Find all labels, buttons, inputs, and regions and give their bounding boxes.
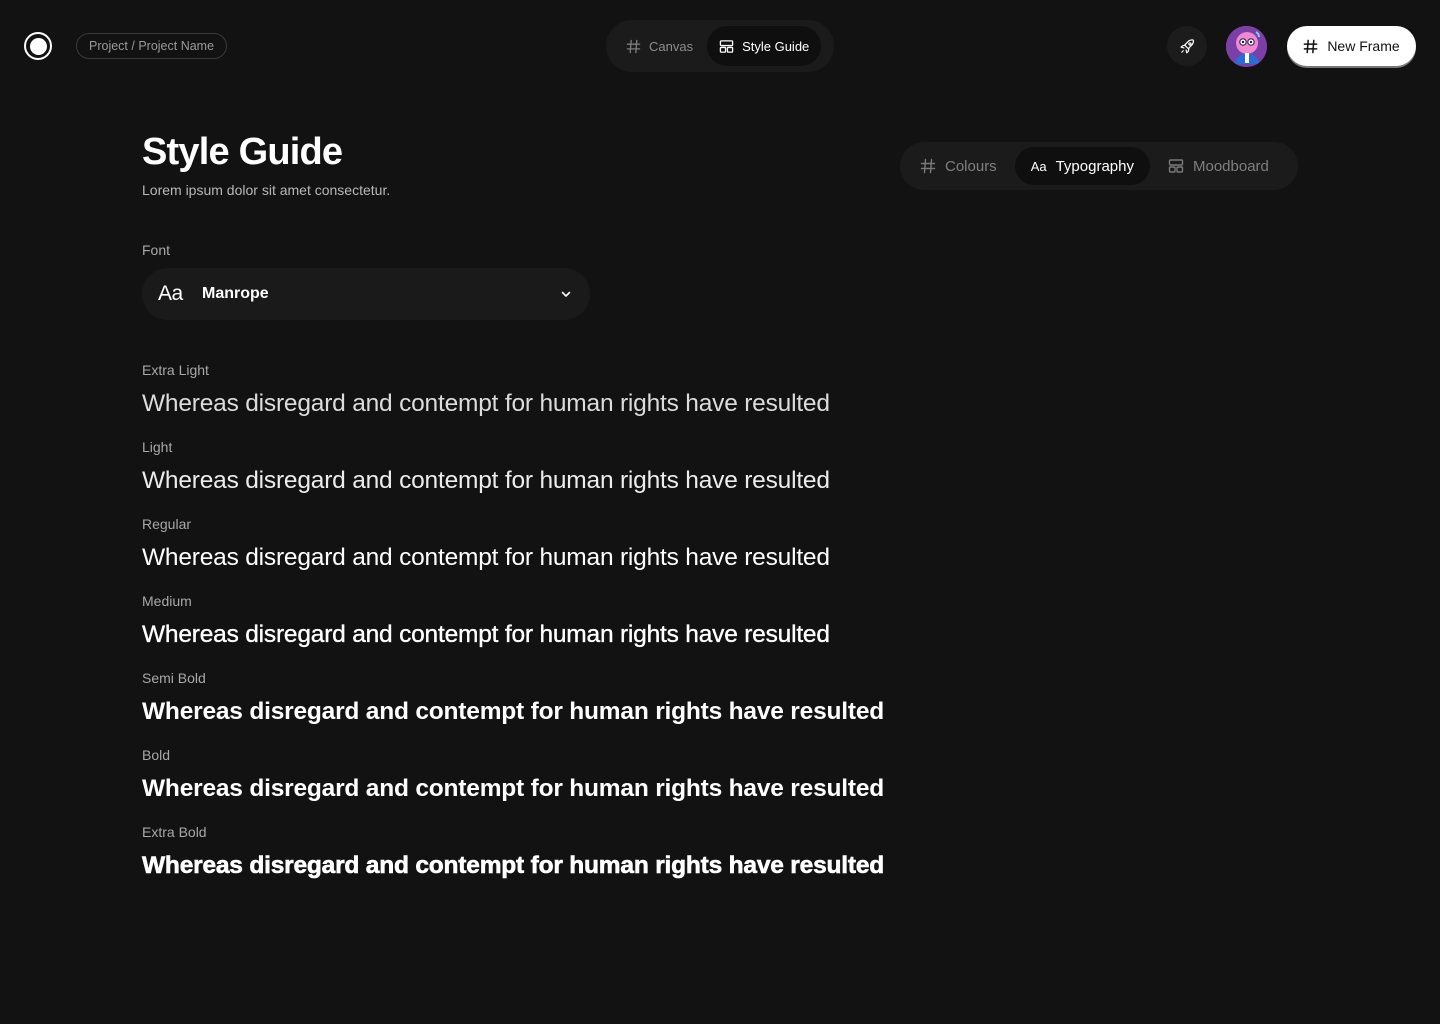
launch-button[interactable] bbox=[1167, 26, 1207, 66]
tab-typography[interactable]: Aa Typography bbox=[1014, 147, 1150, 185]
hash-icon bbox=[1303, 39, 1318, 53]
weight-label: Regular bbox=[142, 516, 192, 532]
weight-label: Semi Bold bbox=[142, 670, 206, 686]
tab-moodboard-label: Moodboard bbox=[1192, 157, 1269, 175]
weight-sample: Light Whereas disregard and contempt for… bbox=[142, 438, 1042, 515]
weight-sample-text: Whereas disregard and contempt for human… bbox=[142, 467, 830, 494]
tab-typography-label: Typography bbox=[1055, 157, 1134, 175]
weight-sample-text: Whereas disregard and contempt for human… bbox=[142, 698, 885, 725]
tab-style-guide[interactable]: Style Guide bbox=[707, 26, 822, 66]
tab-colours-label: Colours bbox=[945, 157, 997, 175]
hash-icon bbox=[626, 39, 641, 53]
weight-label: Medium bbox=[142, 593, 192, 609]
view-switcher: Canvas Style Guide bbox=[606, 20, 834, 72]
chevron-down-icon bbox=[561, 291, 571, 297]
font-name-value: Manrope bbox=[202, 285, 269, 302]
new-frame-label: New Frame bbox=[1327, 38, 1400, 54]
font-label: Font bbox=[142, 242, 171, 258]
layout-icon bbox=[1168, 159, 1184, 173]
breadcrumb[interactable]: Project / Project Name bbox=[76, 33, 228, 59]
weight-label: Light bbox=[142, 439, 173, 455]
hash-icon bbox=[920, 158, 936, 174]
weight-sample: Extra Light Whereas disregard and contem… bbox=[142, 361, 1042, 438]
weight-sample-text: Whereas disregard and contempt for human… bbox=[142, 621, 830, 648]
avatar[interactable] bbox=[1226, 26, 1267, 67]
weight-label: Extra Bold bbox=[142, 824, 207, 840]
weight-label: Extra Light bbox=[142, 362, 209, 378]
weight-sample: Regular Whereas disregard and contempt f… bbox=[142, 515, 1042, 592]
weight-sample: Semi Bold Whereas disregard and contempt… bbox=[142, 669, 1042, 746]
weight-label: Bold bbox=[142, 747, 171, 763]
layout-icon bbox=[719, 39, 734, 53]
weight-sample: Extra Bold Whereas disregard and contemp… bbox=[142, 823, 1042, 900]
weight-samples-list: Extra Light Whereas disregard and contem… bbox=[142, 361, 1042, 900]
logo-dot bbox=[29, 37, 47, 55]
font-glyph: Aa bbox=[158, 282, 183, 305]
tab-colours[interactable]: Colours bbox=[906, 147, 1011, 185]
weight-sample: Bold Whereas disregard and contempt for … bbox=[142, 746, 1042, 823]
weight-sample-text: Whereas disregard and contempt for human… bbox=[142, 544, 830, 571]
tab-canvas-label: Canvas bbox=[649, 38, 694, 54]
page-title: Style Guide bbox=[142, 131, 343, 173]
tab-style-guide-label: Style Guide bbox=[742, 38, 810, 54]
user-avatar-icon bbox=[1226, 26, 1267, 67]
weight-sample-text: Whereas disregard and contempt for human… bbox=[142, 775, 885, 802]
aa-icon: Aa bbox=[1030, 158, 1047, 174]
weight-sample-text: Whereas disregard and contempt for human… bbox=[142, 390, 830, 417]
weight-sample-text: Whereas disregard and contempt for human… bbox=[142, 852, 885, 880]
page-subtitle: Lorem ipsum dolor sit amet consectetur. bbox=[142, 182, 391, 198]
font-dropdown[interactable]: Aa Manrope bbox=[142, 268, 590, 320]
new-frame-button[interactable]: New Frame bbox=[1287, 26, 1416, 66]
app-logo[interactable] bbox=[24, 32, 52, 60]
style-guide-sections: Colours Aa Typography Moodboard bbox=[900, 142, 1298, 190]
rocket-icon bbox=[1180, 38, 1194, 53]
tab-moodboard[interactable]: Moodboard bbox=[1154, 147, 1283, 185]
weight-sample: Medium Whereas disregard and contempt fo… bbox=[142, 592, 1042, 669]
tab-canvas[interactable]: Canvas bbox=[612, 26, 707, 66]
